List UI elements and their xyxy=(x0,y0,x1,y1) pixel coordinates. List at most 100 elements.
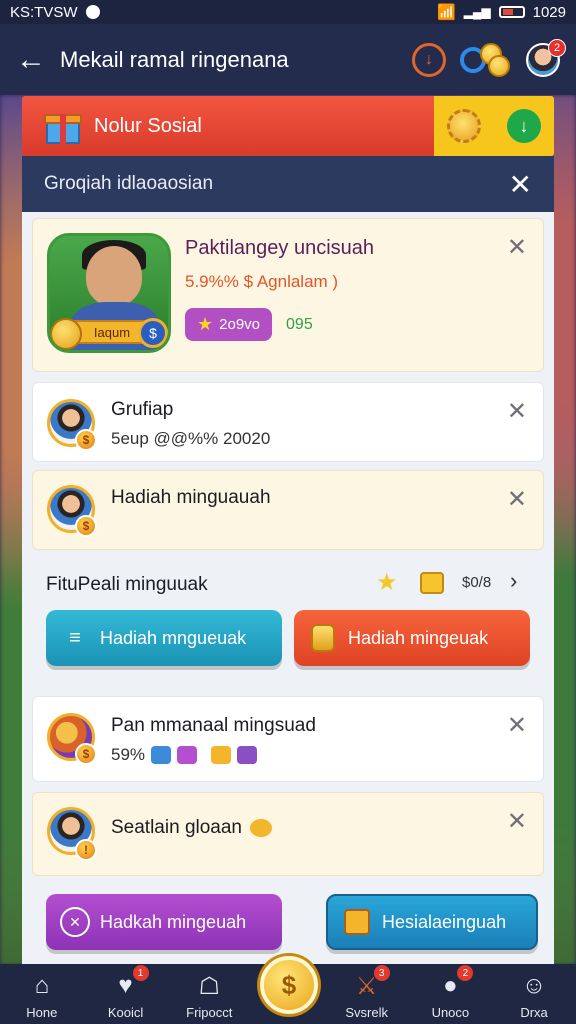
nav-item-profile[interactable]: ☺ Drxa xyxy=(494,971,574,1020)
green-download-icon[interactable]: ↓ xyxy=(507,109,541,143)
nav-label: Svsrelk xyxy=(345,1005,388,1020)
nav-item-chat[interactable]: ● 2 Unoco xyxy=(410,965,490,1020)
gem-icon xyxy=(151,746,172,764)
gift-icon xyxy=(44,108,84,144)
featured-reward-card[interactable]: Iaqum $ Paktilangey uncisuah 5.9%% $ Agn… xyxy=(32,218,544,372)
signal-icon: ▂▄▆ xyxy=(463,5,491,19)
section-counter: $0/8 xyxy=(462,574,492,591)
nav-label: Unoco xyxy=(431,1005,470,1020)
notification-dot-icon xyxy=(85,5,100,19)
blue-button-label: Hesialaeinguah xyxy=(382,911,507,932)
wifi-icon: 📶 xyxy=(436,4,456,21)
gem-icon xyxy=(211,746,232,764)
status-bar: KS:TVSW 📶 ▂▄▆ 1029 xyxy=(0,0,576,24)
notification-badge: 2 xyxy=(548,38,566,57)
nav-badge: 2 xyxy=(457,965,474,981)
nav-label: Kooicl xyxy=(107,1005,144,1020)
gem-icon xyxy=(177,746,198,764)
purple-button-label: Hadkah mingeuah xyxy=(100,911,247,932)
purple-reward-button[interactable]: ✕ Hadkah mingeuah xyxy=(46,894,282,950)
extra-value: 095 xyxy=(286,315,313,333)
coin-badge-icon: $ xyxy=(75,743,97,765)
section-title: FituPeali minguuak xyxy=(46,574,208,595)
points-pill[interactable]: ★ 2o9vo xyxy=(185,308,273,341)
profile-icon: ☺ xyxy=(521,972,547,999)
chevron-right-icon[interactable]: › xyxy=(510,568,517,594)
social-banner-right: ↓ xyxy=(434,96,554,156)
dollar-coin-icon: $ xyxy=(138,318,168,348)
coin-icon xyxy=(250,819,272,837)
nav-item-social[interactable]: ♥ 1 Kooicl xyxy=(86,965,166,1020)
featured-text: Paktilangey uncisuah 5.9%% $ Agnlalam ) … xyxy=(185,237,374,341)
star-icon: ★ xyxy=(376,569,398,596)
orange-reward-button[interactable]: Hadiah mingeuak xyxy=(294,610,530,666)
close-icon[interactable]: ✕ xyxy=(507,485,527,514)
app-bar: ← Mekail ramal ringenana ↓ 2 xyxy=(0,24,576,95)
teal-reward-button[interactable]: ≡ Hadiah mngueuak xyxy=(46,610,282,666)
swords-icon: ⚔ 3 xyxy=(352,965,390,1001)
status-left-text: KS:TVSW xyxy=(10,3,78,21)
card-name: Hadiah minguauah xyxy=(111,487,271,508)
featured-name: Paktilangey uncisuah xyxy=(185,237,375,259)
close-icon[interactable]: ✕ xyxy=(507,807,527,836)
download-icon[interactable]: ↓ xyxy=(412,42,446,77)
battery-icon xyxy=(498,6,525,18)
gold-coin-icon xyxy=(50,318,82,350)
coins-icon[interactable] xyxy=(460,42,512,77)
home-icon: ⌂ xyxy=(34,972,50,999)
featured-detail: 5.9%% $ Agnlalam ) xyxy=(185,272,339,291)
points-value: 2o9vo xyxy=(219,316,261,333)
coin-badge-icon: $ xyxy=(75,429,97,451)
coin-stack-icon xyxy=(308,623,338,653)
scroll-icon xyxy=(342,907,372,937)
nav-label: Hone xyxy=(26,1005,58,1020)
nav-label: Drxa xyxy=(520,1005,548,1020)
nav-item-home[interactable]: ⌂ Hone xyxy=(2,971,82,1020)
orange-button-label: Hadiah mingeuak xyxy=(348,627,489,648)
star-icon: ★ xyxy=(197,314,214,334)
teal-button-label: Hadiah mngueuak xyxy=(100,627,247,648)
clock: 1029 xyxy=(532,3,566,21)
close-icon[interactable]: ✕ xyxy=(509,168,532,201)
gear-coin-icon[interactable] xyxy=(447,109,481,143)
close-icon[interactable]: ✕ xyxy=(507,397,527,426)
social-banner[interactable]: Nolur Sosial ↓ xyxy=(22,96,554,156)
panel-title: Groqiah idlaoaosian xyxy=(44,173,214,194)
social-banner-label: Nolur Sosial xyxy=(94,114,202,137)
treasure-icon xyxy=(420,572,444,594)
nav-badge: 3 xyxy=(373,965,390,981)
coin-badge-icon: $ xyxy=(75,515,97,537)
card-detail: 5eup @@%% 20020 xyxy=(111,429,271,448)
player-portrait: Iaqum $ xyxy=(47,233,171,353)
reward-card[interactable]: $ Pan mmanaal mingsuad 59% ✕ xyxy=(32,696,544,782)
nav-label: Fripocct xyxy=(186,1005,233,1020)
gem-icon xyxy=(237,746,258,764)
page-title: Mekail ramal ringenana xyxy=(60,46,289,72)
reward-card[interactable]: ! Seatlain gloaan ✕ xyxy=(32,792,544,876)
coin-icon xyxy=(488,54,510,77)
shield-icon: ✕ xyxy=(60,907,90,937)
back-arrow-icon[interactable]: ← xyxy=(16,43,60,77)
social-icon: ♥ 1 xyxy=(111,965,149,1001)
nav-badge: 1 xyxy=(132,965,149,981)
close-icon[interactable]: ✕ xyxy=(507,711,527,740)
close-icon[interactable]: ✕ xyxy=(507,233,527,262)
reward-card[interactable]: $ Grufiap 5eup @@%% 20020 ✕ xyxy=(32,382,544,462)
rewards-panel: Groqiah idlaoaosian ✕ Iaqum $ Paktilange… xyxy=(22,156,554,964)
house-icon: ☖ xyxy=(198,972,220,1000)
card-name: Grufiap xyxy=(111,399,174,420)
nav-item-battle[interactable]: ⚔ 3 Svsrelk xyxy=(327,965,407,1020)
coin-badge-icon: ! xyxy=(75,839,97,861)
card-name: Pan mmanaal mingsuad xyxy=(111,715,316,736)
card-name: Seatlain gloaan xyxy=(111,817,242,838)
weekly-section: FituPeali minguuak ★ $0/8 › ≡ Hadiah mng… xyxy=(32,560,544,686)
social-banner-left[interactable]: Nolur Sosial xyxy=(22,96,434,156)
reward-card[interactable]: $ Hadiah minguauah ✕ xyxy=(32,470,544,550)
chat-icon: ● 2 xyxy=(435,965,474,1001)
blue-reward-button[interactable]: Hesialaeinguah xyxy=(326,894,538,950)
layers-icon: ≡ xyxy=(69,626,81,649)
center-coin-button[interactable]: $ xyxy=(260,956,318,1014)
card-detail: 59% xyxy=(111,745,146,764)
profile-avatar[interactable]: 2 xyxy=(526,38,566,77)
nav-item-house[interactable]: ☖ Fripocct xyxy=(169,971,249,1021)
